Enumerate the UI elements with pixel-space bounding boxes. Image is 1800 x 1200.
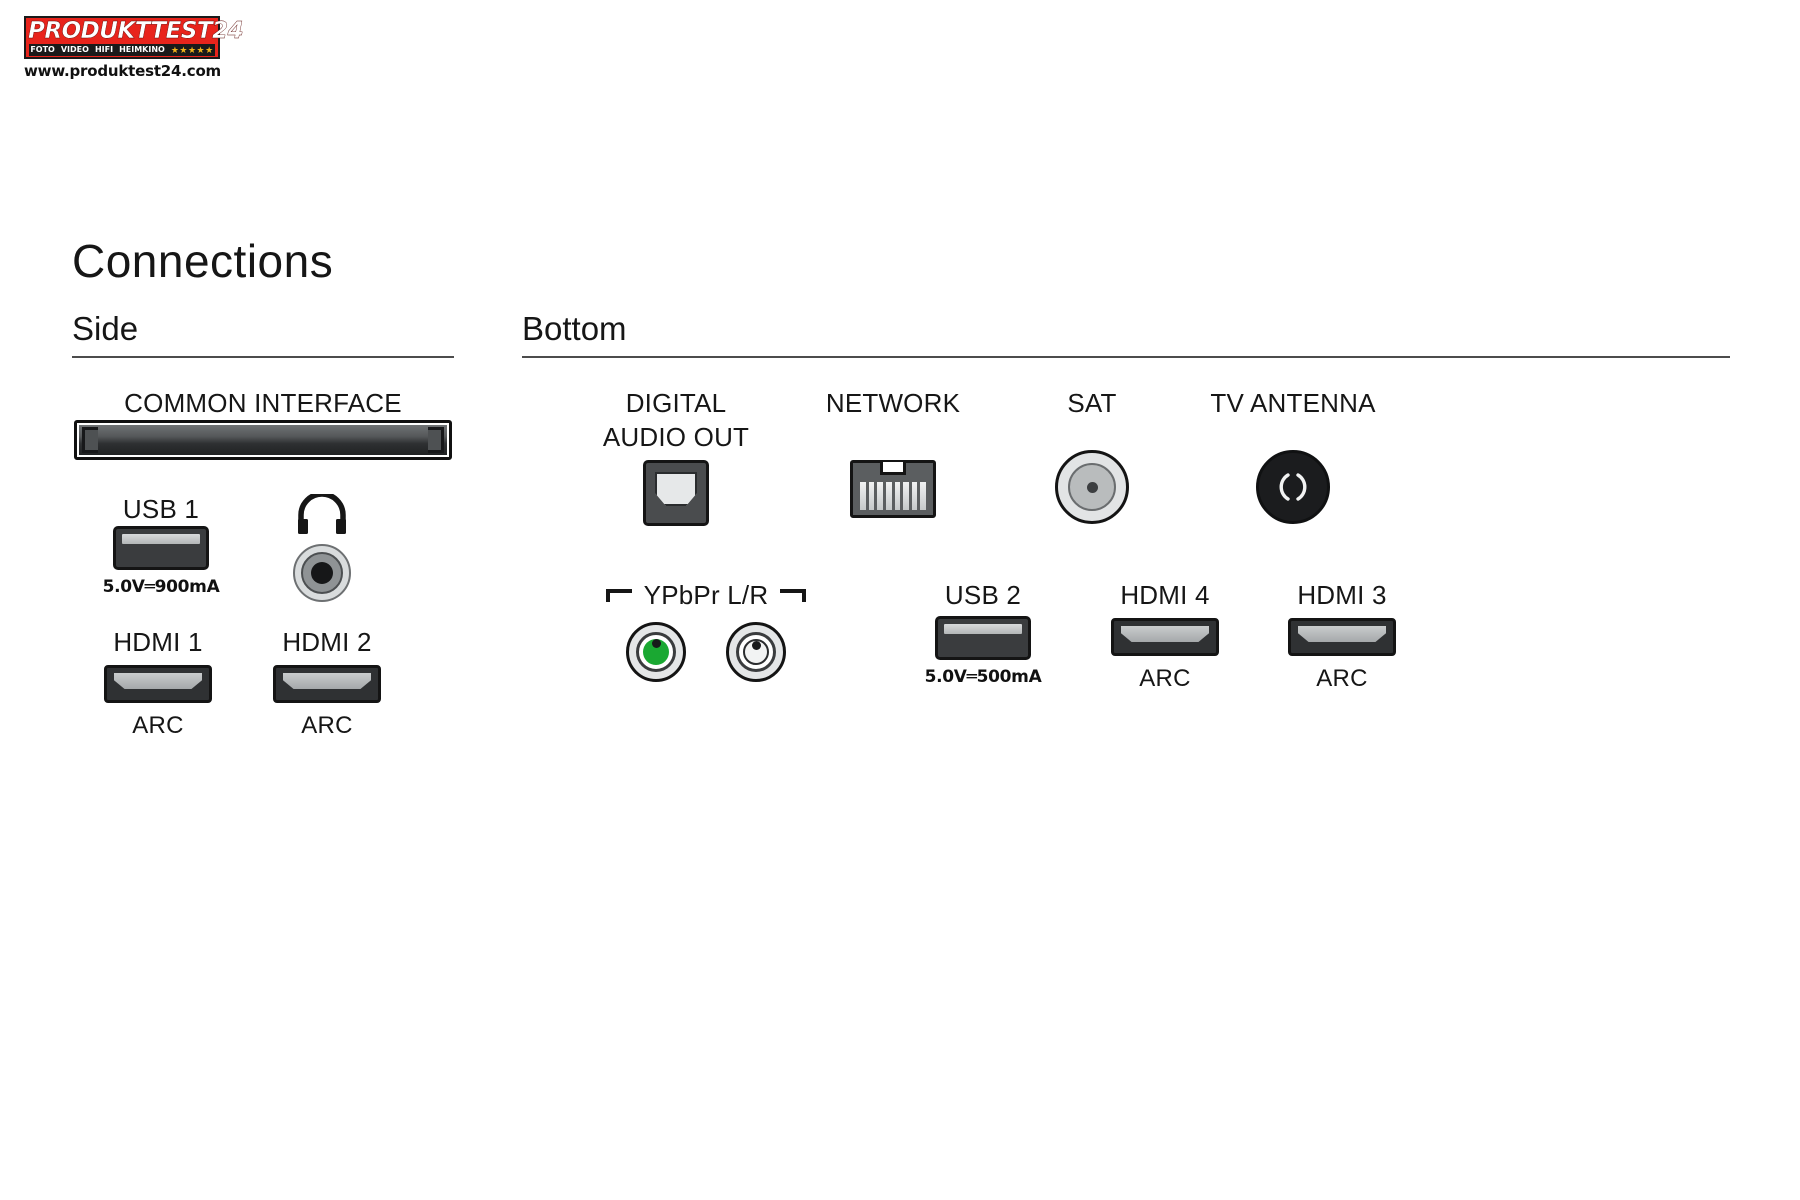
optical-toslink-icon <box>578 460 774 526</box>
headphone-icon <box>262 494 382 534</box>
rca-jack-video-green <box>626 622 686 682</box>
hdmi-port-icon <box>88 665 228 703</box>
port-group-tv-antenna: TV ANTENNA <box>1200 386 1386 524</box>
digital-audio-out-label-line2: AUDIO OUT <box>602 422 750 452</box>
port-group-hdmi1: HDMI 1 ARC <box>88 625 228 741</box>
sat-label: SAT <box>1067 388 1117 418</box>
hdmi4-arc-label: ARC <box>1139 665 1191 692</box>
logo-stars-icon: ★★★★★ <box>170 45 214 55</box>
hdmi3-arc-label: ARC <box>1316 665 1368 692</box>
watermark-logo: PRODUKTTEST24 FOTO VIDEO HIFI HEIMKINO ★… <box>24 16 244 59</box>
port-group-hdmi4: HDMI 4 ARC <box>1095 578 1235 694</box>
iec-antenna-icon <box>1200 450 1386 524</box>
usb1-power-rating: 5.0V═900mA <box>102 577 220 597</box>
port-group-hdmi2: HDMI 2 ARC <box>257 625 397 741</box>
logo-category-video: VIDEO <box>60 45 89 54</box>
usb2-label: USB 2 <box>944 580 1022 610</box>
digital-audio-out-label-line1: DIGITAL <box>625 388 727 418</box>
bracket-right-icon <box>780 588 807 602</box>
headphone-jack-icon <box>262 544 382 602</box>
network-label: NETWORK <box>825 388 961 418</box>
logo-category-foto: FOTO <box>30 45 55 54</box>
usb-port-icon <box>890 616 1076 660</box>
common-interface-label: COMMON INTERFACE <box>124 388 402 418</box>
hdmi-port-icon <box>1095 618 1235 656</box>
coax-f-connector-icon <box>1018 450 1166 524</box>
hdmi-port-icon <box>257 665 397 703</box>
hdmi-port-icon <box>1272 618 1412 656</box>
hdmi1-arc-label: ARC <box>132 712 184 739</box>
usb1-label: USB 1 <box>122 494 200 524</box>
port-group-usb1: USB 1 5.0V═900mA <box>96 492 226 598</box>
section-divider-bottom <box>522 356 1730 358</box>
port-group-digital-audio-out: DIGITAL AUDIO OUT <box>578 386 774 526</box>
port-group-usb2: USB 2 5.0V═500mA <box>890 578 1076 688</box>
hdmi1-label: HDMI 1 <box>113 627 203 657</box>
port-group-common-interface: COMMON INTERFACE <box>72 386 454 460</box>
port-group-network: NETWORK <box>800 386 986 518</box>
logo-box: PRODUKTTEST24 FOTO VIDEO HIFI HEIMKINO ★… <box>24 16 244 59</box>
ypbpr-label: YPbPr L/R <box>643 580 769 610</box>
rj45-ethernet-icon <box>800 460 986 518</box>
hdmi4-label: HDMI 4 <box>1120 580 1210 610</box>
logo-brand-text: PRODUKTTEST24 <box>28 18 244 44</box>
ypbpr-header: YPbPr L/R <box>590 578 822 612</box>
port-group-headphone <box>262 494 382 602</box>
port-group-sat: SAT <box>1018 386 1166 524</box>
hdmi3-label: HDMI 3 <box>1297 580 1387 610</box>
ci-key-right <box>428 427 444 453</box>
logo-category-hifi: HIFI <box>94 45 114 54</box>
usb-port-icon <box>96 526 226 570</box>
section-heading-side: Side <box>72 310 139 347</box>
rca-jack-audio-white <box>726 622 786 682</box>
logo-category-bar: FOTO VIDEO HIFI HEIMKINO ★★★★★ <box>29 44 215 56</box>
port-group-ypbpr: YPbPr L/R <box>590 578 822 682</box>
bracket-left-icon <box>605 588 632 602</box>
page-title: Connections <box>72 235 334 287</box>
port-group-hdmi3: HDMI 3 ARC <box>1272 578 1412 694</box>
section-divider-side <box>72 356 454 358</box>
hdmi2-label: HDMI 2 <box>282 627 372 657</box>
tv-antenna-label: TV ANTENNA <box>1210 388 1376 418</box>
rca-jacks-icon <box>590 622 822 682</box>
watermark-url: www.produktest24.com <box>24 62 221 80</box>
ci-slot-icon <box>72 420 454 460</box>
section-heading-bottom: Bottom <box>522 310 627 347</box>
logo-category-heimkino: HEIMKINO <box>119 45 165 54</box>
hdmi2-arc-label: ARC <box>301 712 353 739</box>
ci-key-left <box>82 427 98 453</box>
usb2-power-rating: 5.0V═500mA <box>924 667 1042 687</box>
